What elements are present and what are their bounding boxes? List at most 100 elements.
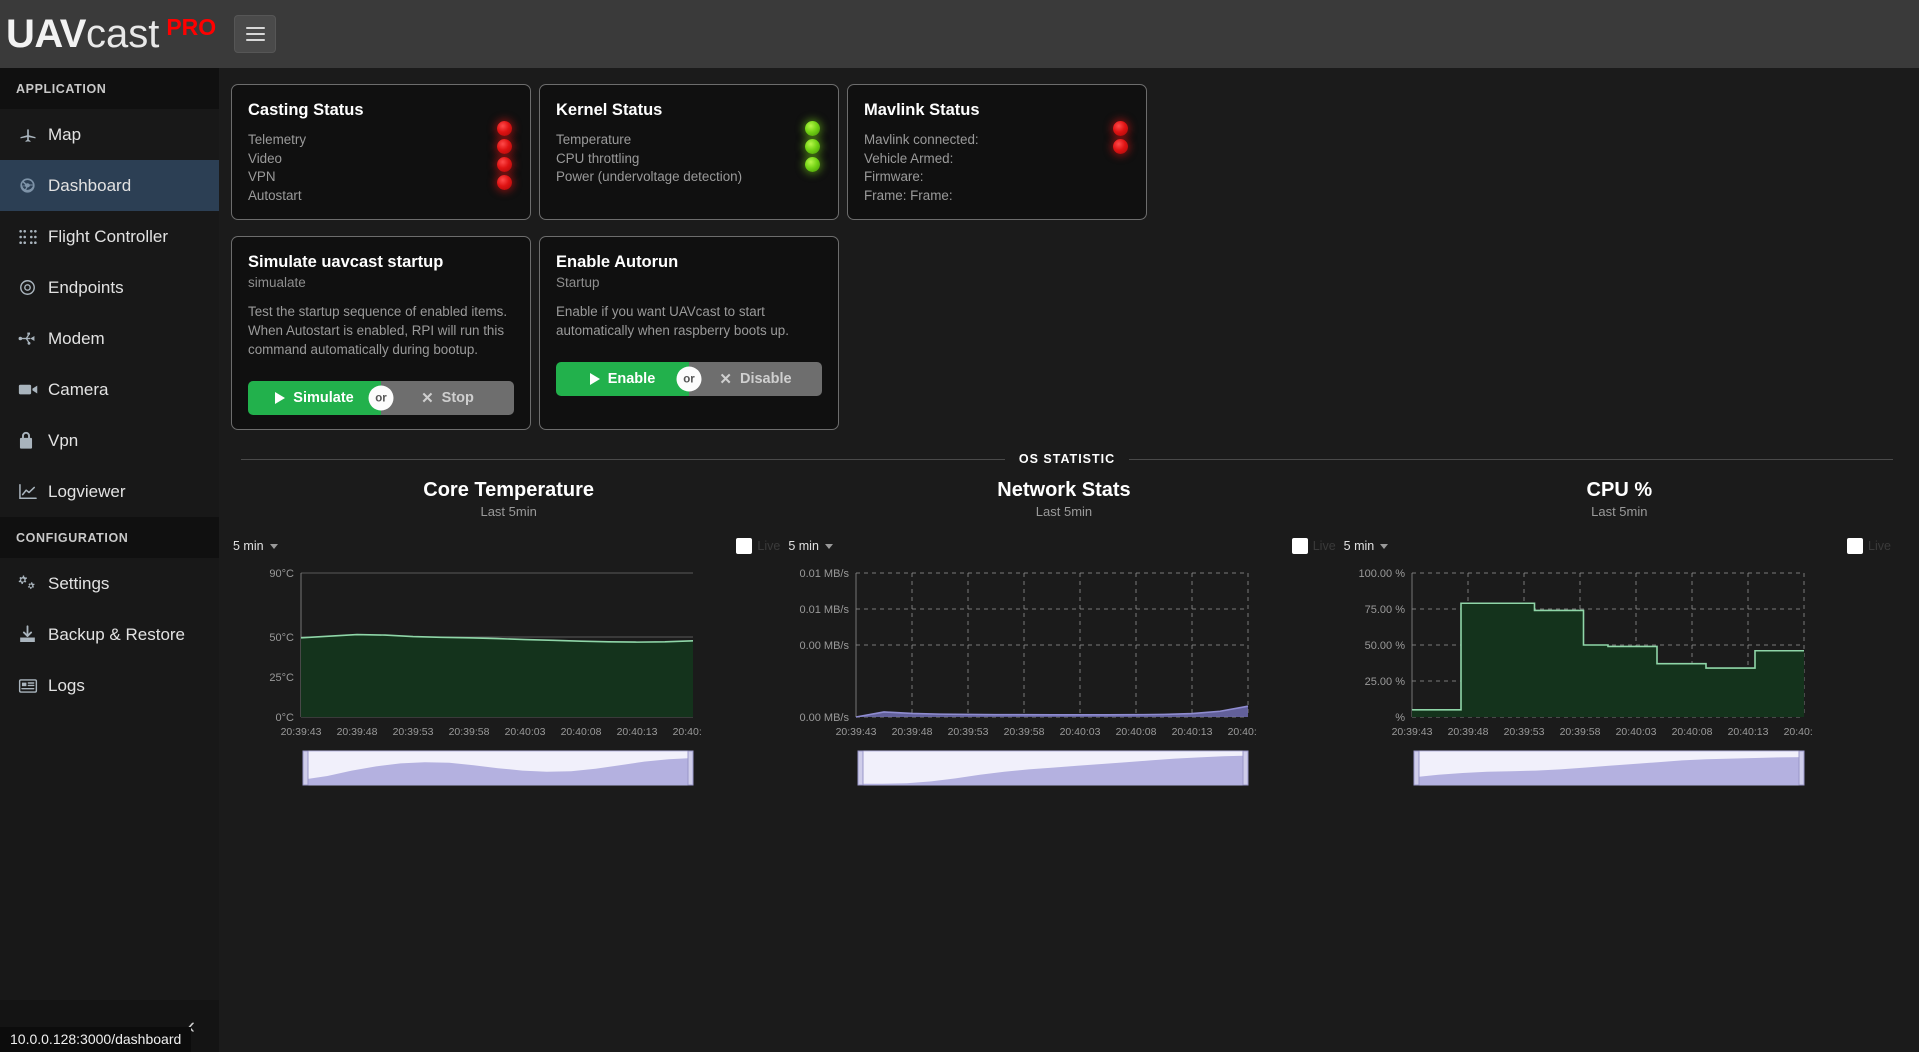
- stop-button-label: Stop: [441, 390, 474, 407]
- network-stats-plot-svg: 0.01 MB/s 0.01 MB/s 0.00 MB/s 0.00 MB/s 20:3…: [800, 568, 1257, 738]
- sidebar-item-label: Vpn: [48, 430, 79, 450]
- network-stats-navigator-svg[interactable]: [786, 749, 1256, 789]
- live-checkbox[interactable]: [1847, 538, 1864, 555]
- svg-text:100.00 %: 100.00 %: [1358, 568, 1405, 580]
- status-led-green: [805, 139, 820, 154]
- sidebar-section-configuration: CONFIGURATION: [0, 517, 219, 558]
- status-led-red: [497, 175, 512, 190]
- menu-bar-1: [245, 27, 265, 29]
- chevron-down-icon: [824, 543, 833, 549]
- live-label: Live: [1312, 539, 1336, 554]
- status-line: Autostart: [248, 187, 302, 203]
- svg-text:20:40:08: 20:40:08: [1671, 726, 1712, 738]
- app-logo: UAV cast PRO: [0, 12, 220, 57]
- sidebar-item-dashboard[interactable]: Dashboard: [0, 160, 219, 211]
- sidebar-item-logviewer[interactable]: Logviewer: [0, 466, 219, 517]
- status-line: Frame: Frame:: [864, 187, 953, 203]
- chart-navigator[interactable]: [231, 749, 786, 794]
- live-checkbox[interactable]: [736, 538, 753, 555]
- cpu-navigator-svg[interactable]: [1342, 749, 1812, 789]
- play-icon: [589, 373, 600, 386]
- status-led-green: [805, 157, 820, 172]
- sidebar-item-label: Map: [48, 124, 82, 144]
- chart-toolbar: 5 min Live: [1342, 535, 1897, 557]
- sidebar-item-settings[interactable]: Settings: [0, 558, 219, 609]
- status-led-group: [805, 121, 820, 172]
- chart-plot: 0.01 MB/s 0.01 MB/s 0.00 MB/s 0.00 MB/s 20:3…: [786, 563, 1341, 743]
- disable-button[interactable]: ✕ Disable: [689, 362, 822, 397]
- sidebar-item-map[interactable]: Map: [0, 109, 219, 160]
- close-icon: ✕: [421, 389, 434, 407]
- stop-button[interactable]: ✕ Stop: [381, 381, 514, 416]
- sidebar-section-application: APPLICATION: [0, 68, 219, 109]
- core-temperature-navigator-svg[interactable]: [231, 749, 701, 789]
- divider-line-left: [241, 458, 1005, 460]
- target-icon: [18, 278, 48, 297]
- sidebar-item-camera[interactable]: Camera: [0, 364, 219, 415]
- simulate-button-group: Simulate ✕ Stop or: [248, 381, 514, 416]
- sidebar-item-endpoints[interactable]: Endpoints: [0, 262, 219, 313]
- chart-header: Core Temperature Last 5min: [231, 479, 786, 519]
- menu-toggle-button[interactable]: [234, 15, 276, 53]
- live-checkbox[interactable]: [1291, 538, 1308, 555]
- gears-icon: [18, 574, 48, 593]
- svg-text:20:40:13: 20:40:13: [617, 726, 658, 738]
- logo-uav-text: UAV: [6, 11, 86, 56]
- card-title: Mavlink Status: [864, 101, 980, 119]
- grid-dots-icon: [18, 228, 48, 246]
- casting-status-card: Casting Status Telemetry Video VPN Autos…: [231, 84, 531, 221]
- simulate-button-label: Simulate: [293, 390, 354, 407]
- enable-button[interactable]: Enable: [556, 362, 689, 397]
- status-led-red: [1113, 121, 1128, 136]
- svg-text:20:39:48: 20:39:48: [892, 726, 933, 738]
- status-line: Temperature: [556, 132, 632, 147]
- action-cards-row: Simulate uavcast startup simualate Test …: [231, 236, 1897, 431]
- sidebar-item-modem[interactable]: Modem: [0, 313, 219, 364]
- sidebar-item-vpn[interactable]: Vpn: [0, 415, 219, 466]
- svg-text:20:40:13: 20:40:13: [1727, 726, 1768, 738]
- sidebar-item-flight-controller[interactable]: Flight Controller: [0, 211, 219, 262]
- chart-title: CPU %: [1586, 479, 1653, 502]
- chart-navigator[interactable]: [786, 749, 1341, 794]
- svg-text:20:39:53: 20:39:53: [393, 726, 434, 738]
- chart-navigator[interactable]: [1342, 749, 1897, 794]
- chart-toolbar: 5 min Live: [786, 535, 1341, 557]
- logo-cast-text: cast: [85, 11, 160, 56]
- chevron-down-icon: [1380, 543, 1389, 549]
- logo-pro-badge: PRO: [166, 13, 217, 40]
- sidebar-item-label: Settings: [48, 573, 110, 593]
- range-selector[interactable]: 5 min: [1344, 539, 1389, 553]
- divider-line-right: [1129, 458, 1894, 460]
- range-selector[interactable]: 5 min: [788, 539, 833, 553]
- status-led-red: [497, 121, 512, 136]
- svg-text:20:40:18: 20:40:18: [1783, 726, 1811, 738]
- app-root: UAV cast PRO APPLICATION Map Dashboard F…: [0, 0, 1919, 1052]
- core-temperature-chart: Core Temperature Last 5min 5 min Live 90…: [231, 479, 786, 794]
- svg-text:20:39:53: 20:39:53: [1503, 726, 1544, 738]
- status-url-tooltip: 10.0.0.128:3000/dashboard: [0, 1027, 192, 1052]
- range-label: 5 min: [233, 539, 264, 554]
- sidebar-item-logs[interactable]: Logs: [0, 660, 219, 711]
- range-selector[interactable]: 5 min: [233, 539, 278, 553]
- live-toggle-group: Live: [1291, 538, 1336, 555]
- live-toggle-group: Live: [736, 538, 780, 555]
- svg-text:0.01 MB/s: 0.01 MB/s: [800, 604, 850, 616]
- menu-bar-3: [245, 39, 265, 41]
- cpu-percent-plot-svg: 100.00 % 75.00 % 50.00 % 25.00 %% 20:39:43 20…: [1358, 568, 1811, 738]
- simulate-button[interactable]: Simulate: [248, 381, 381, 416]
- status-led-red: [1113, 139, 1128, 154]
- status-led-group: [1113, 121, 1128, 154]
- sidebar-item-label: Backup & Restore: [48, 624, 186, 644]
- chart-header: CPU % Last 5min: [1342, 479, 1897, 519]
- status-led-green: [805, 121, 820, 136]
- main-content: Casting Status Telemetry Video VPN Autos…: [219, 68, 1919, 1052]
- sidebar-item-label: Logs: [48, 675, 85, 695]
- sidebar-item-label: Camera: [48, 379, 109, 399]
- live-label: Live: [1868, 539, 1891, 554]
- svg-text:20:39:48: 20:39:48: [337, 726, 378, 738]
- status-line: VPN: [248, 169, 276, 185]
- chart-title: Core Temperature: [423, 479, 595, 502]
- svg-text:20:40:08: 20:40:08: [561, 726, 602, 738]
- status-line-list: Mavlink connected: Vehicle Armed: Firmwa…: [864, 131, 1128, 205]
- sidebar-item-backup-restore[interactable]: Backup & Restore: [0, 609, 219, 660]
